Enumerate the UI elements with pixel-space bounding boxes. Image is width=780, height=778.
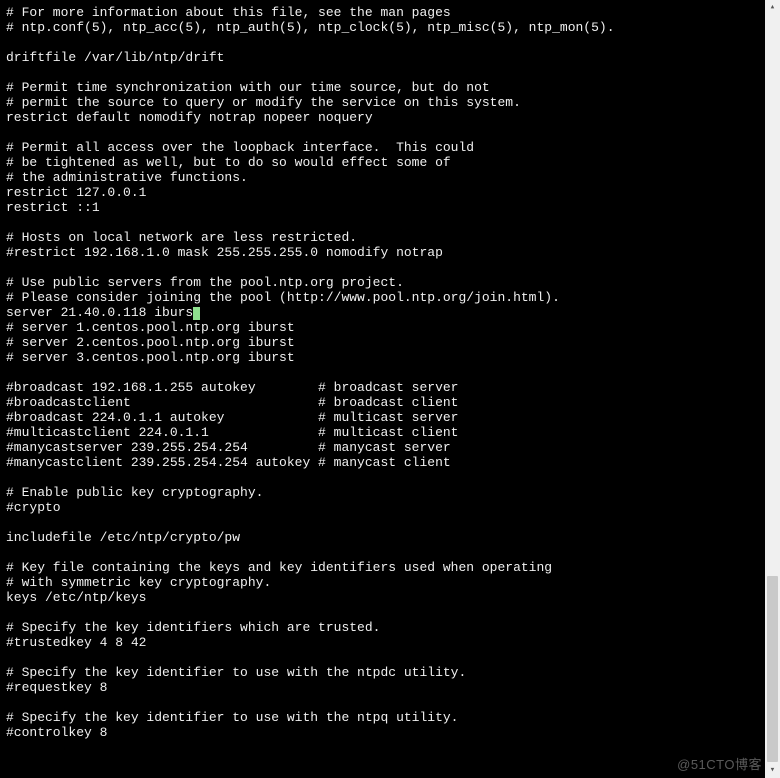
text-cursor <box>193 307 200 320</box>
watermark-text: @51CTO博客 <box>677 757 762 772</box>
file-text-after-cursor: # server 1.centos.pool.ntp.org iburst # … <box>6 320 552 740</box>
vertical-scrollbar[interactable]: ▴ ▾ <box>765 0 780 778</box>
cursor-line-prefix: server 21.40.0.118 iburs <box>6 305 193 320</box>
scroll-thumb[interactable] <box>767 576 778 762</box>
file-text-before-cursor: # For more information about this file, … <box>6 5 615 305</box>
scroll-down-arrow-icon[interactable]: ▾ <box>765 763 780 778</box>
scroll-up-arrow-icon[interactable]: ▴ <box>765 0 780 15</box>
terminal-viewport[interactable]: # For more information about this file, … <box>0 0 765 778</box>
